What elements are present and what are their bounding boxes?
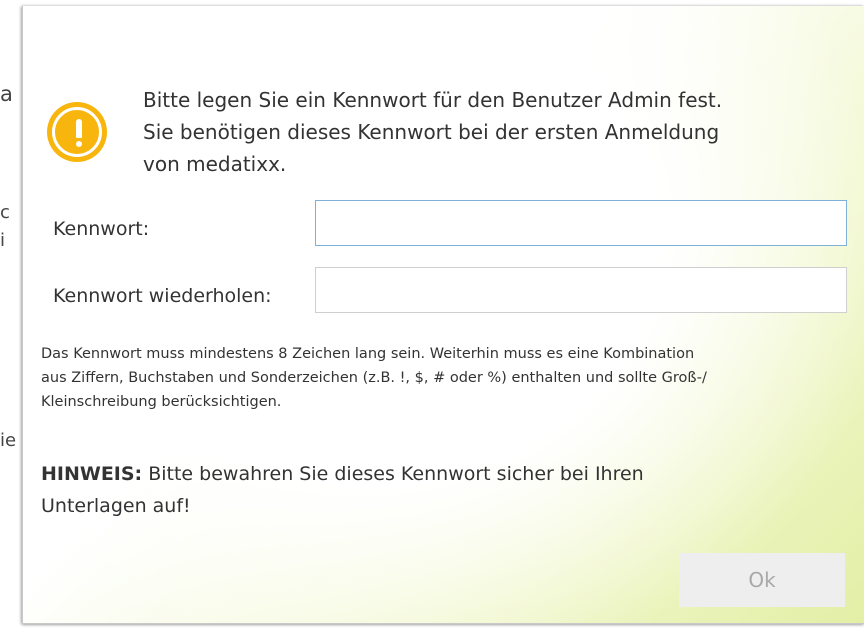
exclamation-dot [76, 141, 82, 147]
hint-line: aus Ziffern, Buchstaben und Sonderzeiche… [41, 370, 707, 386]
dialog-message: Bitte legen Sie ein Kennwort für den Ben… [143, 84, 843, 180]
password-repeat-label: Kennwort wiederholen: [53, 285, 272, 307]
background-text-fragment: ie [0, 430, 17, 451]
message-line: Sie benötigen dieses Kennwort bei der er… [143, 120, 720, 144]
password-label: Kennwort: [53, 218, 150, 240]
message-line: von medatixx. [143, 152, 287, 176]
note-text: Unterlagen auf! [41, 495, 191, 517]
password-repeat-field[interactable] [315, 267, 847, 313]
set-password-dialog: Bitte legen Sie ein Kennwort für den Ben… [22, 6, 864, 624]
password-requirements-text: Das Kennwort muss mindestens 8 Zeichen l… [41, 342, 841, 414]
hint-line: Das Kennwort muss mindestens 8 Zeichen l… [41, 346, 695, 362]
background-text-fragment: i [0, 230, 6, 251]
password-field[interactable] [315, 200, 847, 246]
hint-note: HINWEIS: Bitte bewahren Sie dieses Kennw… [41, 458, 841, 522]
background-text-fragment: c [0, 202, 10, 223]
message-line: Bitte legen Sie ein Kennwort für den Ben… [143, 88, 723, 112]
ok-button[interactable]: Ok [679, 553, 845, 607]
warning-icon-ring [52, 107, 102, 157]
hint-line: Kleinschreibung berücksichtigen. [41, 394, 282, 410]
exclamation-bar [76, 119, 82, 138]
note-prefix: HINWEIS: [41, 463, 143, 485]
note-text: Bitte bewahren Sie dieses Kennwort siche… [142, 463, 644, 485]
warning-icon [47, 102, 107, 162]
background-text-fragment: a [0, 82, 13, 106]
